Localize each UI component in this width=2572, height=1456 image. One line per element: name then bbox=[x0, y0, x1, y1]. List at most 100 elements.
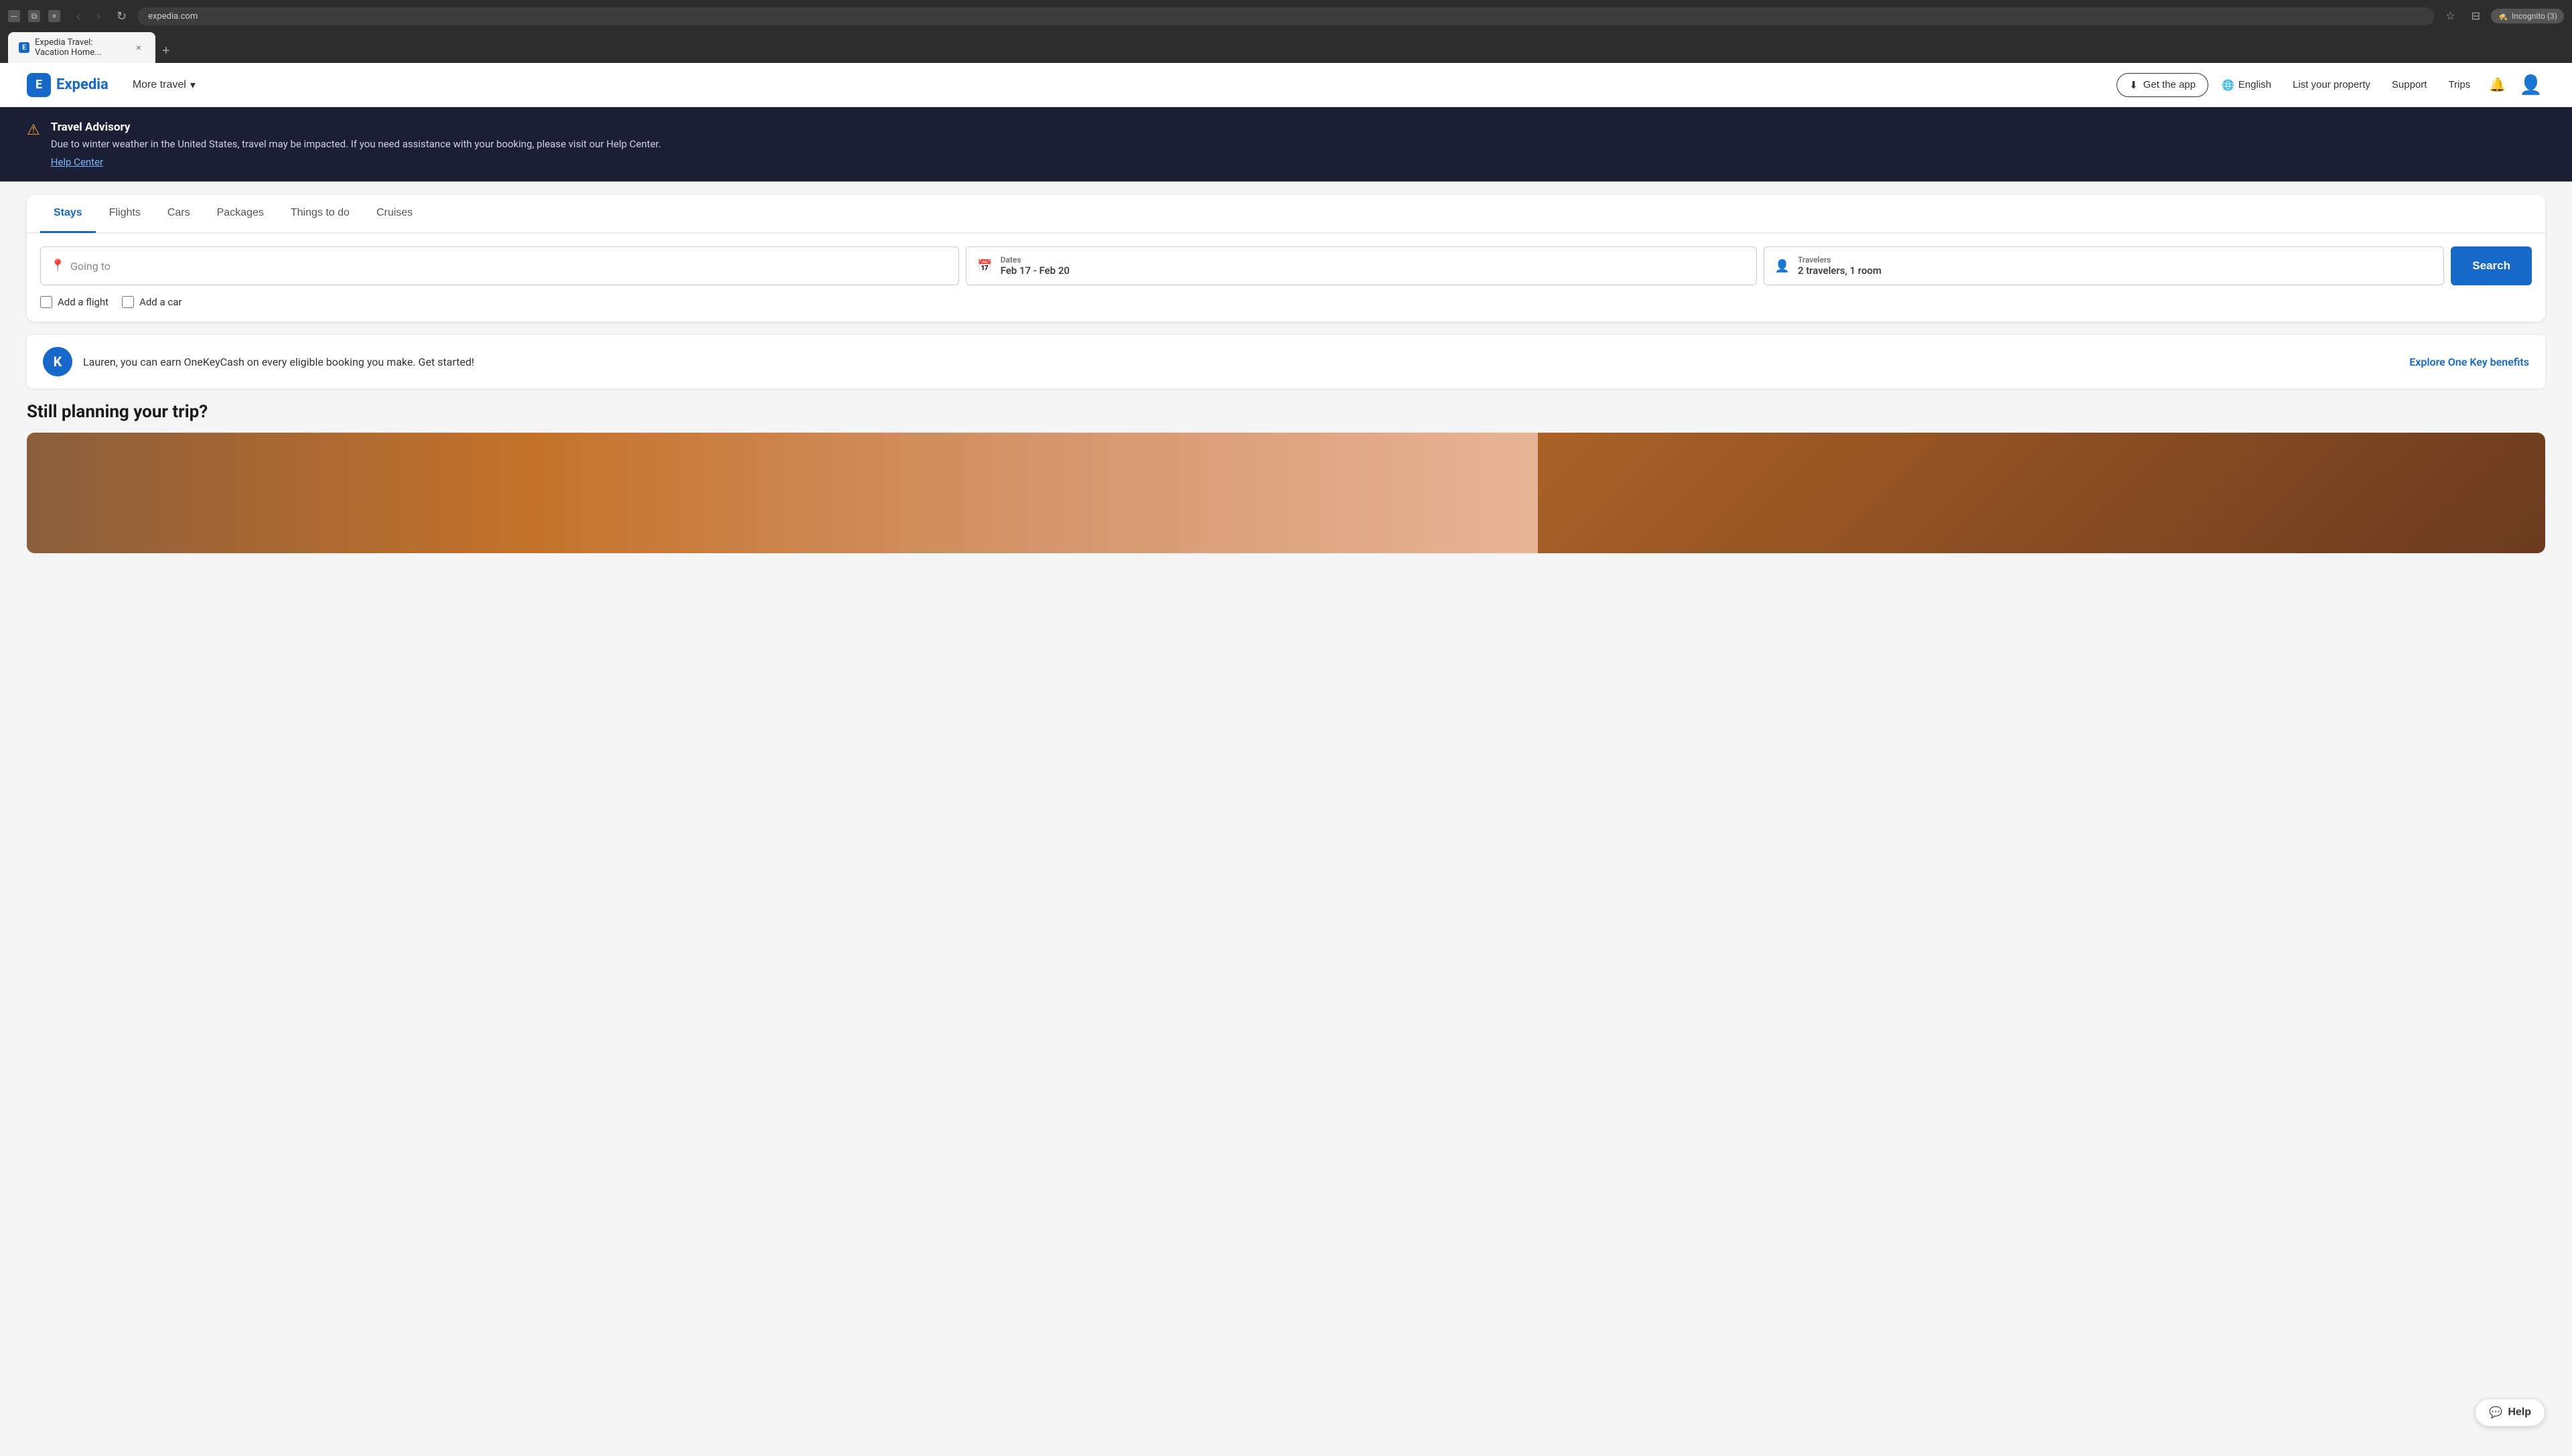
expedia-header: E Expedia More travel ▾ ⬇ Get the app 🌐 … bbox=[0, 63, 2572, 107]
close-button[interactable]: × bbox=[48, 10, 60, 22]
help-chat-icon: 💬 bbox=[2489, 1406, 2502, 1419]
language-button[interactable]: 🌐 English bbox=[2214, 74, 2279, 96]
incognito-badge: 🕵 Incognito (3) bbox=[2491, 9, 2564, 23]
incognito-icon: 🕵 bbox=[2498, 11, 2508, 21]
add-flight-input[interactable] bbox=[40, 296, 52, 308]
advisory-title: Travel Advisory bbox=[51, 121, 661, 134]
browser-chrome: ─ ⧉ × ‹ › ↻ expedia.com ☆ ⊟ 🕵 Incognito … bbox=[0, 0, 2572, 63]
get-app-button[interactable]: ⬇ Get the app bbox=[2117, 73, 2208, 97]
tab-stays-label: Stays bbox=[54, 207, 82, 218]
account-button[interactable]: 👤 bbox=[2516, 71, 2545, 98]
advisory-message: Due to winter weather in the United Stat… bbox=[51, 138, 661, 150]
help-label: Help bbox=[2508, 1406, 2531, 1418]
back-button[interactable]: ‹ bbox=[71, 7, 86, 26]
tab-cars-label: Cars bbox=[167, 207, 190, 218]
notification-button[interactable]: 🔔 bbox=[2484, 71, 2511, 98]
notification-bell-icon: 🔔 bbox=[2489, 78, 2506, 92]
refresh-button[interactable]: ↻ bbox=[111, 7, 132, 26]
url-text: expedia.com bbox=[148, 11, 198, 21]
onekey-banner: K Lauren, you can earn OneKeyCash on eve… bbox=[27, 335, 2545, 388]
search-tabs: Stays Flights Cars Packages Things to do… bbox=[27, 195, 2545, 233]
tab-packages[interactable]: Packages bbox=[204, 195, 277, 233]
sidebar-button[interactable]: ⊟ bbox=[2466, 5, 2486, 27]
tab-title: Expedia Travel: Vacation Home... bbox=[35, 38, 127, 58]
get-app-label: Get the app bbox=[2143, 79, 2196, 90]
tab-flights-label: Flights bbox=[109, 207, 141, 218]
add-car-checkbox[interactable]: Add a car bbox=[122, 296, 182, 308]
add-flight-label: Add a flight bbox=[58, 296, 109, 308]
language-label: English bbox=[2238, 79, 2271, 90]
calendar-icon: 📅 bbox=[977, 259, 992, 273]
search-extras: Add a flight Add a car bbox=[40, 296, 2532, 308]
minimize-button[interactable]: ─ bbox=[8, 10, 20, 22]
search-button[interactable]: Search bbox=[2451, 246, 2532, 285]
tab-cruises-label: Cruises bbox=[376, 207, 413, 218]
add-car-label: Add a car bbox=[139, 296, 182, 308]
tab-things-to-do[interactable]: Things to do bbox=[277, 195, 363, 233]
going-to-placeholder: Going to bbox=[70, 260, 111, 273]
advisory-help-center-link[interactable]: Help Center bbox=[51, 156, 103, 168]
search-inputs: 📍 Going to 📅 Dates Feb 17 - Feb 20 👤 Tra… bbox=[40, 246, 2532, 285]
onekey-message: Lauren, you can earn OneKeyCash on every… bbox=[83, 356, 474, 368]
support-button[interactable]: Support bbox=[2384, 74, 2435, 96]
still-planning-heading: Still planning your trip? bbox=[27, 402, 2545, 422]
onekey-left: K Lauren, you can earn OneKeyCash on eve… bbox=[43, 347, 474, 376]
support-label: Support bbox=[2392, 79, 2427, 90]
tab-close-button[interactable]: × bbox=[133, 42, 145, 54]
explore-onekey-link[interactable]: Explore One Key benefits bbox=[2409, 356, 2529, 368]
going-to-field[interactable]: 📍 Going to bbox=[40, 246, 959, 285]
onekey-avatar: K bbox=[43, 347, 72, 376]
help-button[interactable]: 💬 Help bbox=[2475, 1398, 2545, 1427]
header-left: E Expedia More travel ▾ bbox=[27, 73, 204, 97]
restore-button[interactable]: ⧉ bbox=[28, 10, 40, 22]
more-travel-chevron-icon: ▾ bbox=[190, 78, 196, 92]
list-property-button[interactable]: List your property bbox=[2285, 74, 2378, 96]
address-bar[interactable]: expedia.com bbox=[137, 7, 2435, 25]
incognito-label: Incognito (3) bbox=[2512, 11, 2557, 21]
window-controls[interactable]: ─ ⧉ × bbox=[8, 10, 60, 22]
account-icon: 👤 bbox=[2519, 74, 2543, 95]
logo-icon: E bbox=[27, 73, 51, 97]
trips-label: Trips bbox=[2448, 79, 2470, 90]
search-form: 📍 Going to 📅 Dates Feb 17 - Feb 20 👤 Tra… bbox=[27, 233, 2545, 321]
more-travel-label: More travel bbox=[133, 79, 186, 91]
dates-field-content: Dates Feb 17 - Feb 20 bbox=[1001, 255, 1070, 277]
destination-image bbox=[27, 433, 1538, 553]
active-tab[interactable]: E Expedia Travel: Vacation Home... × bbox=[8, 32, 155, 63]
advisory-warning-icon: ⚠ bbox=[27, 122, 40, 139]
advisory-content: Travel Advisory Due to winter weather in… bbox=[51, 121, 661, 168]
add-flight-checkbox[interactable]: Add a flight bbox=[40, 296, 109, 308]
travelers-field-content: Travelers 2 travelers, 1 room bbox=[1798, 255, 1881, 277]
logo-name: Expedia bbox=[56, 76, 109, 93]
tab-packages-label: Packages bbox=[217, 207, 264, 218]
tab-stays[interactable]: Stays bbox=[40, 195, 96, 233]
page-content: E Expedia More travel ▾ ⬇ Get the app 🌐 … bbox=[0, 63, 2572, 1456]
still-planning-section: Still planning your trip? bbox=[27, 402, 2545, 553]
tab-flights[interactable]: Flights bbox=[96, 195, 154, 233]
dates-label: Dates bbox=[1001, 255, 1070, 265]
expedia-logo[interactable]: E Expedia bbox=[27, 73, 109, 97]
new-tab-button[interactable]: + bbox=[155, 40, 177, 63]
travelers-field[interactable]: 👤 Travelers 2 travelers, 1 room bbox=[1764, 246, 2445, 285]
location-pin-icon: 📍 bbox=[50, 259, 65, 273]
tab-cruises[interactable]: Cruises bbox=[363, 195, 426, 233]
travelers-label: Travelers bbox=[1798, 255, 1881, 265]
download-icon: ⬇ bbox=[2129, 79, 2138, 91]
dates-field[interactable]: 📅 Dates Feb 17 - Feb 20 bbox=[966, 246, 1756, 285]
dates-value: Feb 17 - Feb 20 bbox=[1001, 265, 1070, 277]
tab-bar: E Expedia Travel: Vacation Home... × + bbox=[8, 32, 2564, 63]
header-right: ⬇ Get the app 🌐 English List your proper… bbox=[2117, 71, 2545, 98]
add-car-input[interactable] bbox=[122, 296, 134, 308]
destination-card[interactable] bbox=[27, 433, 2545, 553]
more-travel-button[interactable]: More travel ▾ bbox=[125, 73, 204, 97]
tab-favicon: E bbox=[19, 42, 29, 53]
travel-advisory-banner: ⚠ Travel Advisory Due to winter weather … bbox=[0, 107, 2572, 181]
list-property-label: List your property bbox=[2293, 79, 2370, 90]
forward-button[interactable]: › bbox=[91, 7, 106, 26]
globe-icon: 🌐 bbox=[2222, 79, 2234, 91]
search-widget: Stays Flights Cars Packages Things to do… bbox=[27, 195, 2545, 321]
trips-button[interactable]: Trips bbox=[2440, 74, 2478, 96]
bookmark-button[interactable]: ☆ bbox=[2440, 5, 2460, 27]
travelers-icon: 👤 bbox=[1775, 259, 1790, 273]
tab-cars[interactable]: Cars bbox=[154, 195, 204, 233]
